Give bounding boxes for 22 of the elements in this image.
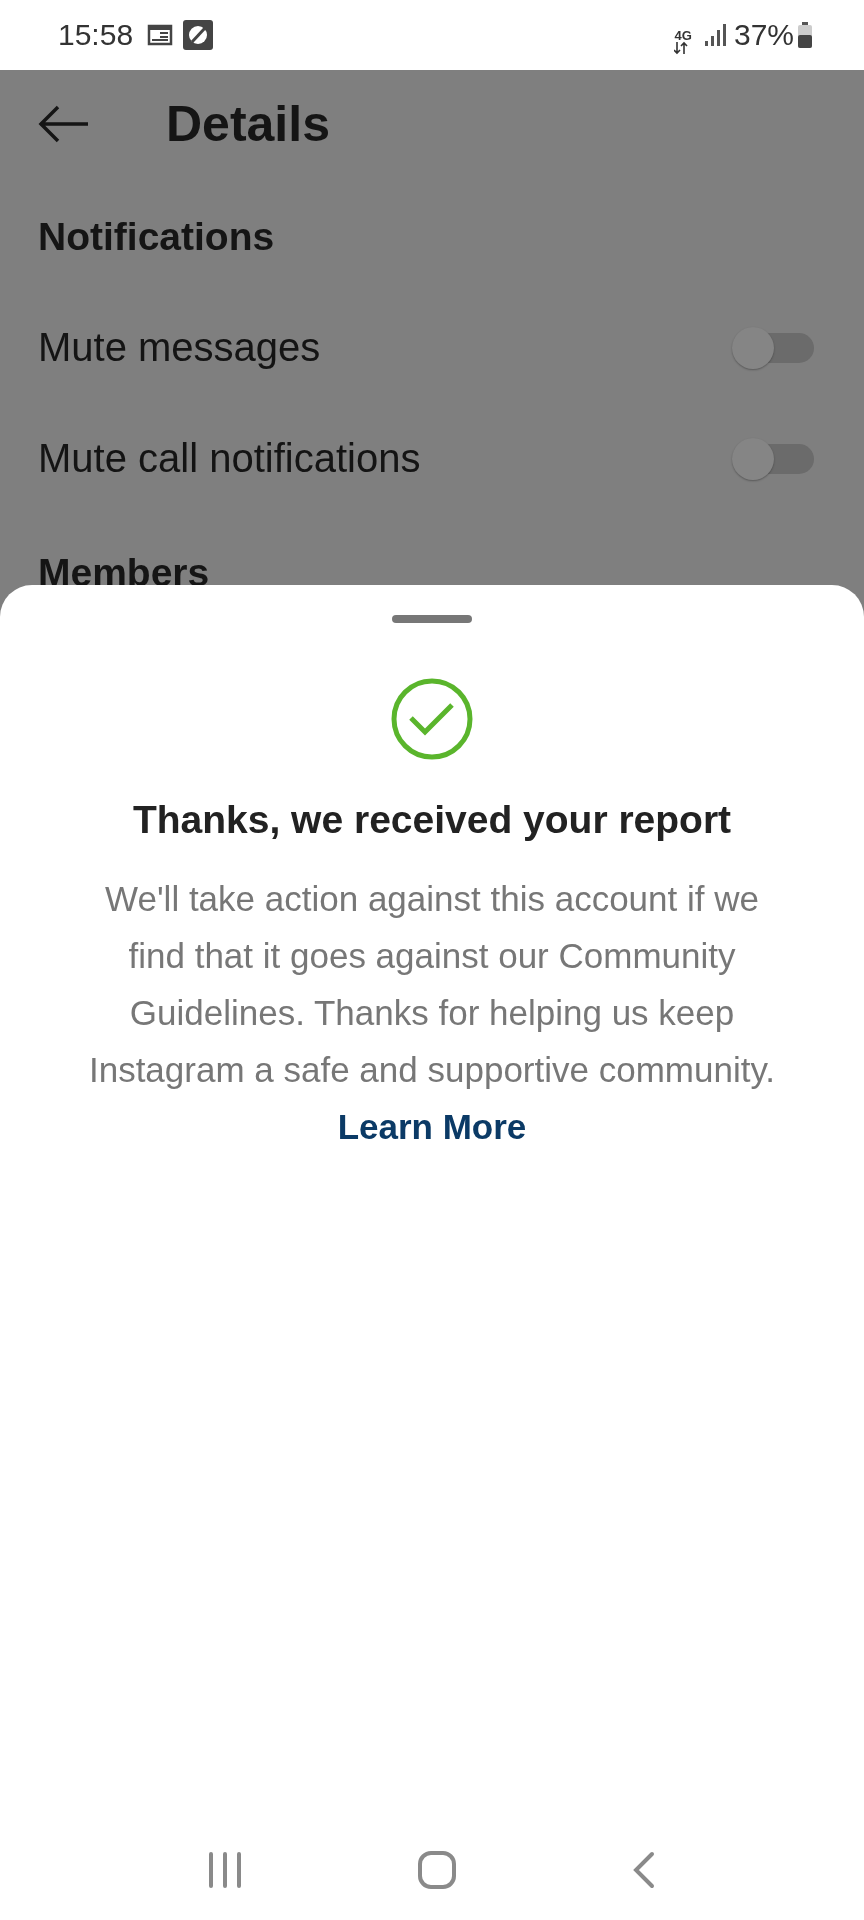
back-arrow-icon[interactable] xyxy=(38,105,88,143)
data-arrows-icon xyxy=(673,41,688,55)
check-circle-icon xyxy=(391,678,473,760)
calendar-icon xyxy=(147,23,174,47)
screen-title: Details xyxy=(166,95,330,153)
drag-handle[interactable] xyxy=(392,615,472,623)
network-type: 4G xyxy=(674,28,692,42)
learn-more-link[interactable]: Learn More xyxy=(337,1107,527,1146)
section-heading: Members xyxy=(38,550,211,596)
app-icon xyxy=(183,20,214,50)
setting-label: Mute call notifications xyxy=(38,436,422,481)
home-icon[interactable] xyxy=(417,1850,457,1890)
sheet-title: Thanks, we received your report xyxy=(132,798,732,842)
setting-label: Mute messages xyxy=(38,325,322,370)
back-icon[interactable] xyxy=(632,1851,657,1889)
section-heading: Notifications xyxy=(38,214,276,260)
signal-icon xyxy=(703,24,728,46)
report-message: We'll take action against this account if we find that it goes against our Community Guidelines. Thanks for helping us keep Instagram a safe and supportive community. Learn More xyxy=(87,878,777,1148)
clock-time: 15:58 xyxy=(58,18,134,52)
battery-percentage: 37% xyxy=(733,18,794,52)
recent-apps-icon[interactable] xyxy=(207,1852,242,1888)
battery-icon xyxy=(798,22,812,48)
